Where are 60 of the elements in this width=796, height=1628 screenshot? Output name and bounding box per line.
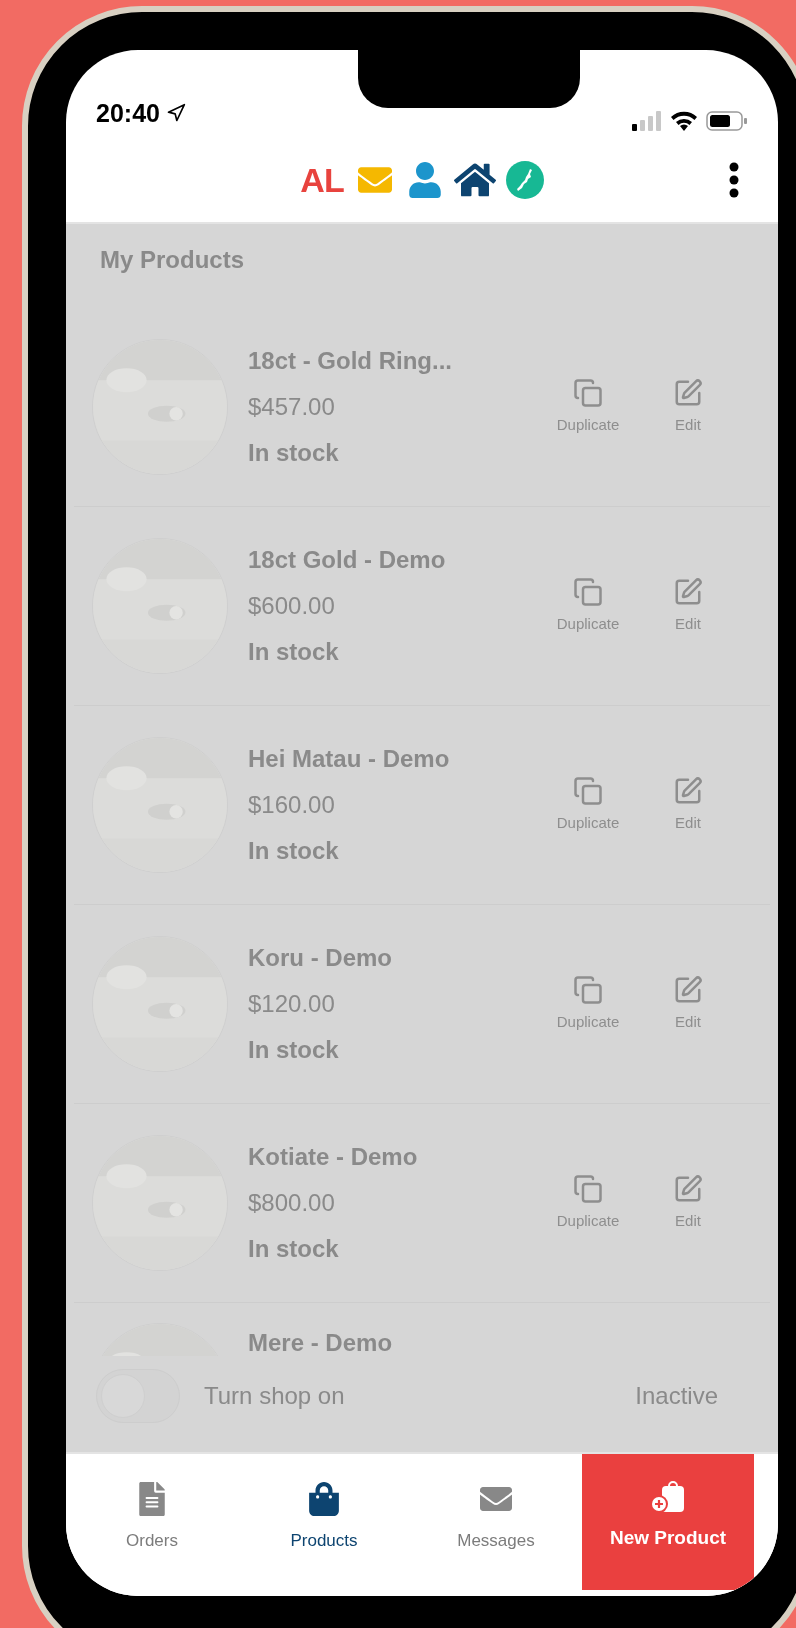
product-name: Mere - Demo — [248, 1328, 394, 1356]
duplicate-button[interactable]: Duplicate — [538, 974, 638, 1034]
product-card[interactable]: 18ct Gold - Demo $600.00 In stock Duplicate Edit — [74, 507, 770, 706]
edit-button[interactable]: Edit — [658, 1173, 718, 1233]
duplicate-button[interactable]: Duplicate — [538, 576, 638, 636]
signal-icon — [632, 110, 662, 132]
new-product-button[interactable]: New Product — [582, 1454, 754, 1590]
location-arrow-icon — [165, 103, 186, 124]
logo: AL — [300, 159, 344, 201]
bag-icon — [309, 1482, 339, 1516]
nav-tab[interactable]: Orders — [66, 1454, 238, 1596]
nav-tab[interactable]: Messages — [410, 1454, 582, 1596]
edit-button[interactable]: Edit — [658, 775, 718, 835]
duplicate-button[interactable]: Duplicate — [538, 1173, 638, 1233]
stock-status: In stock — [248, 1234, 340, 1264]
clock-time: 20:40 — [96, 97, 160, 129]
stock-status: In stock — [248, 836, 340, 866]
edit-button[interactable]: Edit — [658, 576, 718, 636]
edit-icon — [673, 1173, 703, 1204]
copy-icon — [573, 377, 603, 408]
toggle-label: Turn shop on — [204, 1381, 345, 1411]
product-price: $800.00 — [248, 1188, 336, 1218]
page-title: My Products — [99, 245, 246, 275]
house-icon[interactable] — [453, 161, 496, 199]
product-name: 18ct Gold - Demo — [248, 545, 447, 575]
menu-icon[interactable] — [728, 162, 740, 198]
copy-icon — [573, 1173, 603, 1204]
copy-icon — [573, 775, 603, 806]
product-price: $120.00 — [248, 989, 336, 1019]
edit-icon — [673, 377, 703, 408]
copy-icon — [573, 974, 603, 1005]
shop-status: Inactive — [635, 1381, 718, 1411]
product-card[interactable]: Hei Matau - Demo $160.00 In stock Duplicate Edit — [74, 706, 770, 905]
stock-status: In stock — [248, 1035, 340, 1065]
stock-status: In stock — [248, 637, 340, 667]
product-price: $600.00 — [248, 591, 336, 621]
product-price: $457.00 — [248, 392, 336, 422]
document-icon — [136, 1482, 168, 1516]
nav-tab[interactable]: Products — [238, 1454, 410, 1596]
product-name: 18ct - Gold Ring... — [248, 346, 453, 376]
copy-icon — [573, 576, 603, 607]
battery-icon — [706, 110, 748, 132]
duplicate-button[interactable]: Duplicate — [538, 775, 638, 835]
edit-icon — [673, 576, 703, 607]
edit-button[interactable]: Edit — [658, 974, 718, 1034]
product-price: $160.00 — [248, 790, 336, 820]
edit-icon — [673, 974, 703, 1005]
edit-icon — [673, 775, 703, 806]
product-name: Koru - Demo — [248, 943, 393, 973]
product-name: Hei Matau - Demo — [248, 744, 451, 774]
wifi-icon — [670, 110, 698, 132]
stock-status: In stock — [248, 438, 340, 468]
edit-button[interactable]: Edit — [658, 377, 718, 437]
bag-plus-icon — [649, 1480, 687, 1514]
product-card[interactable]: Koru - Demo $120.00 In stock Duplicate Edit — [74, 905, 770, 1104]
map-icon[interactable] — [505, 161, 544, 199]
product-name: Kotiate - Demo — [248, 1142, 419, 1172]
product-card[interactable]: Kotiate - Demo $800.00 In stock Duplicate Edit — [74, 1104, 770, 1303]
duplicate-button[interactable]: Duplicate — [538, 377, 638, 437]
product-card[interactable]: 18ct - Gold Ring... $457.00 In stock Duplicate Edit — [74, 308, 770, 507]
